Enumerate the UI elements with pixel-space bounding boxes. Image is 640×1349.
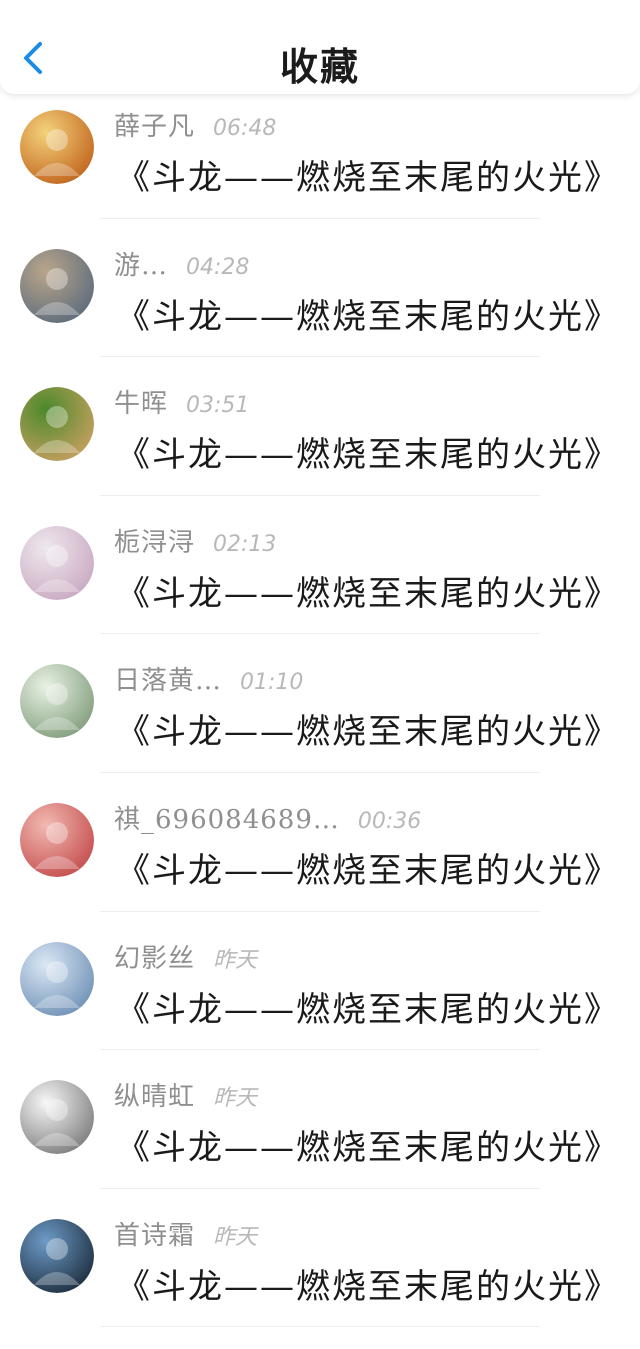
divider [100, 1326, 540, 1328]
page-title: 收藏 [279, 44, 360, 89]
user-name[interactable]: 纵晴虹 [114, 1076, 195, 1113]
user-name[interactable]: 日落黄… [114, 660, 222, 697]
timestamp: 昨天 [213, 1086, 258, 1112]
favorite-text[interactable]: 《斗龙——燃烧至末尾的火光》 [116, 289, 620, 338]
avatar[interactable] [20, 387, 94, 462]
timestamp: 02:13 [213, 531, 277, 557]
list-item[interactable]: 日落黄… 01:10 《斗龙——燃烧至末尾的火光》 [0, 634, 640, 773]
favorites-list: 薛子凡 06:48 《斗龙——燃烧至末尾的火光》 游… 04:28 《斗龙——燃烧至末尾的… [0, 80, 640, 1328]
timestamp: 04:28 [186, 254, 250, 280]
list-item[interactable]: 纵晴虹 昨天《斗龙——燃烧至末尾的火光》 [0, 1050, 640, 1189]
user-name[interactable]: 牛晖 [114, 383, 168, 420]
list-item[interactable]: 祺_696084689… 00:36 《斗龙——燃烧至末尾的火光》 [0, 773, 640, 912]
list-item[interactable]: 游… 04:28 《斗龙——燃烧至末尾的火光》 [0, 219, 640, 358]
favorite-text[interactable]: 《斗龙——燃烧至末尾的火光》 [116, 427, 620, 476]
item-meta: 幻影丝 昨天 [114, 938, 258, 975]
avatar[interactable] [20, 802, 94, 877]
favorite-text[interactable]: 《斗龙——燃烧至末尾的火光》 [116, 1120, 620, 1169]
timestamp: 00:36 [357, 808, 422, 834]
avatar[interactable] [20, 525, 94, 600]
timestamp: 昨天 [213, 1224, 258, 1250]
list-item[interactable]: 牛晖 03:51 《斗龙——燃烧至末尾的火光》 [0, 357, 640, 496]
avatar[interactable] [20, 1080, 94, 1155]
item-meta: 栀浔浔 02:13 [114, 522, 277, 559]
user-name[interactable]: 首诗霜 [114, 1215, 195, 1252]
item-meta: 牛晖 03:51 [114, 383, 250, 420]
list-item[interactable]: 幻影丝 昨天《斗龙——燃烧至末尾的火光》 [0, 912, 640, 1051]
favorite-text[interactable]: 《斗龙——燃烧至末尾的火光》 [116, 704, 620, 753]
list-item[interactable]: 栀浔浔 02:13 《斗龙——燃烧至末尾的火光》 [0, 496, 640, 635]
item-meta: 游… 04:28 [114, 245, 250, 282]
avatar[interactable] [20, 248, 94, 323]
item-meta: 纵晴虹 昨天 [114, 1076, 258, 1113]
user-name[interactable]: 薛子凡 [114, 106, 195, 143]
item-meta: 首诗霜 昨天 [114, 1215, 258, 1252]
timestamp: 昨天 [213, 947, 258, 973]
favorite-text[interactable]: 《斗龙——燃烧至末尾的火光》 [116, 982, 620, 1031]
item-meta: 日落黄… 01:10 [114, 660, 304, 697]
timestamp: 06:48 [213, 116, 277, 141]
user-name[interactable]: 祺_696084689… [114, 799, 340, 836]
favorite-text[interactable]: 《斗龙——燃烧至末尾的火光》 [116, 150, 620, 199]
avatar[interactable] [20, 110, 94, 184]
avatar[interactable] [20, 664, 94, 739]
list-item[interactable]: 首诗霜 昨天《斗龙——燃烧至末尾的火光》 [0, 1189, 640, 1328]
user-name[interactable]: 栀浔浔 [114, 522, 195, 559]
list-item[interactable]: 薛子凡 06:48 《斗龙——燃烧至末尾的火光》 [0, 80, 640, 219]
item-meta: 薛子凡 06:48 [114, 106, 277, 143]
timestamp: 01:10 [240, 670, 304, 696]
favorite-text[interactable]: 《斗龙——燃烧至末尾的火光》 [116, 843, 620, 892]
avatar[interactable] [20, 941, 94, 1016]
item-meta: 祺_696084689… 00:36 [114, 799, 422, 836]
timestamp: 03:51 [186, 393, 250, 419]
avatar[interactable] [20, 1218, 94, 1293]
favorite-text[interactable]: 《斗龙——燃烧至末尾的火光》 [116, 566, 620, 615]
top-bar: 收藏 [0, 0, 640, 94]
user-name[interactable]: 游… [114, 245, 168, 282]
favorite-text[interactable]: 《斗龙——燃烧至末尾的火光》 [116, 1259, 620, 1308]
user-name[interactable]: 幻影丝 [114, 938, 195, 975]
